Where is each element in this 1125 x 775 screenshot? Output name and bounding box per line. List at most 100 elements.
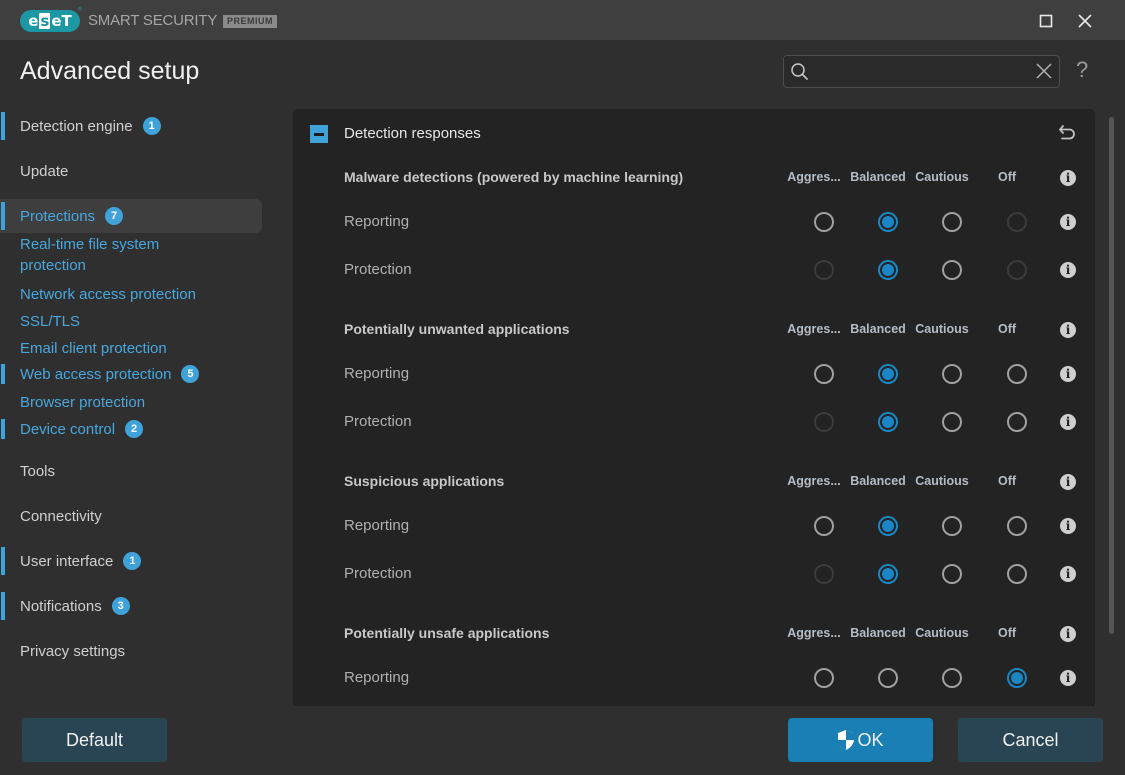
radio-balanced[interactable] <box>878 516 898 536</box>
sidebar-item-label: Detection engine <box>20 117 133 135</box>
row-label: Reporting <box>344 213 410 230</box>
info-icon[interactable]: i <box>1060 566 1076 582</box>
info-icon[interactable]: i <box>1060 366 1076 382</box>
radio-off[interactable] <box>1007 364 1027 384</box>
section-title: Potentially unsafe applications <box>344 625 550 641</box>
collapse-section-button[interactable] <box>310 125 328 143</box>
sidebar-item-network-access-protection[interactable]: Network access protection <box>0 282 262 306</box>
row-label: Reporting <box>344 669 410 686</box>
section-title: Malware detections (powered by machine l… <box>344 169 684 185</box>
close-icon <box>1078 14 1092 28</box>
sidebar-item-browser-protection[interactable]: Browser protection <box>0 390 262 414</box>
title-bar: e s eT ® SMART SECURITY PREMIUM <box>0 0 1125 40</box>
sidebar-item-label: Connectivity <box>20 507 102 525</box>
radio-cautious[interactable] <box>942 564 962 584</box>
info-icon[interactable]: i <box>1060 322 1076 338</box>
default-button[interactable]: Default <box>22 718 167 762</box>
radio-balanced[interactable] <box>878 364 898 384</box>
info-icon[interactable]: i <box>1060 670 1076 686</box>
radio-balanced[interactable] <box>878 212 898 232</box>
changes-count-badge: 7 <box>105 207 124 225</box>
sidebar-item-label: Network access protection <box>20 285 196 303</box>
section-title: Potentially unwanted applications <box>344 321 570 337</box>
sidebar-item-update[interactable]: Update <box>0 154 262 188</box>
sidebar-item-label: SSL/TLS <box>20 312 81 330</box>
sidebar-item-tools[interactable]: Tools <box>0 454 262 488</box>
radio-aggres[interactable] <box>814 212 834 232</box>
radio-cautious[interactable] <box>942 364 962 384</box>
search-box[interactable] <box>783 55 1060 88</box>
registered-mark: ® <box>77 6 83 13</box>
maximize-icon <box>1039 14 1053 28</box>
radio-aggres <box>814 412 834 432</box>
panel-title: Detection responses <box>344 125 481 142</box>
info-icon[interactable]: i <box>1060 262 1076 278</box>
sidebar-item-ssl-tls[interactable]: SSL/TLS <box>0 309 262 333</box>
changed-indicator <box>1 419 5 439</box>
close-button[interactable] <box>1072 8 1098 34</box>
radio-aggres <box>814 564 834 584</box>
radio-off[interactable] <box>1007 412 1027 432</box>
sidebar-item-protections[interactable]: Protections 7 <box>0 199 262 233</box>
info-icon[interactable]: i <box>1060 414 1076 430</box>
radio-balanced[interactable] <box>878 564 898 584</box>
detection-responses-panel: Detection responses Malware detections (… <box>293 109 1095 706</box>
sidebar-item-connectivity[interactable]: Connectivity <box>0 499 262 533</box>
maximize-button[interactable] <box>1033 8 1059 34</box>
search-icon <box>791 63 809 81</box>
column-header: Aggres... <box>787 626 841 640</box>
radio-aggres[interactable] <box>814 668 834 688</box>
column-header: Aggres... <box>787 474 841 488</box>
changed-indicator <box>1 547 5 575</box>
sidebar-item-detection-engine[interactable]: Detection engine 1 <box>0 109 262 143</box>
radio-off[interactable] <box>1007 516 1027 536</box>
clear-search-icon[interactable] <box>1035 62 1053 80</box>
sidebar-item-label: User interface <box>20 552 114 570</box>
help-button[interactable]: ? <box>1076 57 1088 83</box>
sidebar-item-label: Email client protection <box>20 339 167 357</box>
product-name: SMART SECURITY <box>88 12 218 29</box>
radio-off[interactable] <box>1007 668 1027 688</box>
sidebar-item-web-access-protection[interactable]: Web access protection 5 <box>0 362 262 386</box>
sidebar-item-privacy-settings[interactable]: Privacy settings <box>0 634 262 668</box>
sidebar-item-notifications[interactable]: Notifications 3 <box>0 589 262 623</box>
radio-cautious[interactable] <box>942 412 962 432</box>
changes-count-badge: 1 <box>142 117 161 135</box>
radio-cautious[interactable] <box>942 668 962 688</box>
info-icon[interactable]: i <box>1060 626 1076 642</box>
radio-cautious[interactable] <box>942 516 962 536</box>
scrollbar[interactable] <box>1109 117 1115 634</box>
info-icon[interactable]: i <box>1060 518 1076 534</box>
info-icon[interactable]: i <box>1060 214 1076 230</box>
radio-cautious[interactable] <box>942 212 962 232</box>
radio-off <box>1007 212 1027 232</box>
row-label: Protection <box>344 413 412 430</box>
sidebar-item-label: Tools <box>20 462 56 480</box>
sidebar-item-device-control[interactable]: Device control 2 <box>0 417 262 441</box>
scrollbar-thumb[interactable] <box>1109 117 1114 634</box>
revert-icon[interactable] <box>1057 122 1079 144</box>
row-label: Protection <box>344 261 412 278</box>
search-input[interactable] <box>814 60 1029 83</box>
radio-aggres[interactable] <box>814 516 834 536</box>
info-icon[interactable]: i <box>1060 170 1076 186</box>
radio-aggres[interactable] <box>814 364 834 384</box>
sidebar-item-email-client-protection[interactable]: Email client protection <box>0 336 262 360</box>
radio-cautious[interactable] <box>942 260 962 280</box>
changed-indicator <box>1 592 5 620</box>
eset-logo: e s eT <box>20 10 80 32</box>
page-title: Advanced setup <box>20 57 200 85</box>
sidebar-item-label: Browser protection <box>20 393 146 411</box>
cancel-button[interactable]: Cancel <box>958 718 1103 762</box>
sidebar-item-label: Device control <box>20 420 116 438</box>
column-header: Off <box>997 322 1017 336</box>
radio-balanced[interactable] <box>878 668 898 688</box>
changed-indicator <box>1 364 5 384</box>
radio-balanced[interactable] <box>878 412 898 432</box>
radio-off[interactable] <box>1007 564 1027 584</box>
info-icon[interactable]: i <box>1060 474 1076 490</box>
ok-button[interactable]: OK <box>788 718 933 762</box>
sidebar-item-user-interface[interactable]: User interface 1 <box>0 544 262 578</box>
radio-balanced[interactable] <box>878 260 898 280</box>
sidebar-item-real-time-file-system-protection[interactable]: Real-time file system protection <box>0 234 262 274</box>
